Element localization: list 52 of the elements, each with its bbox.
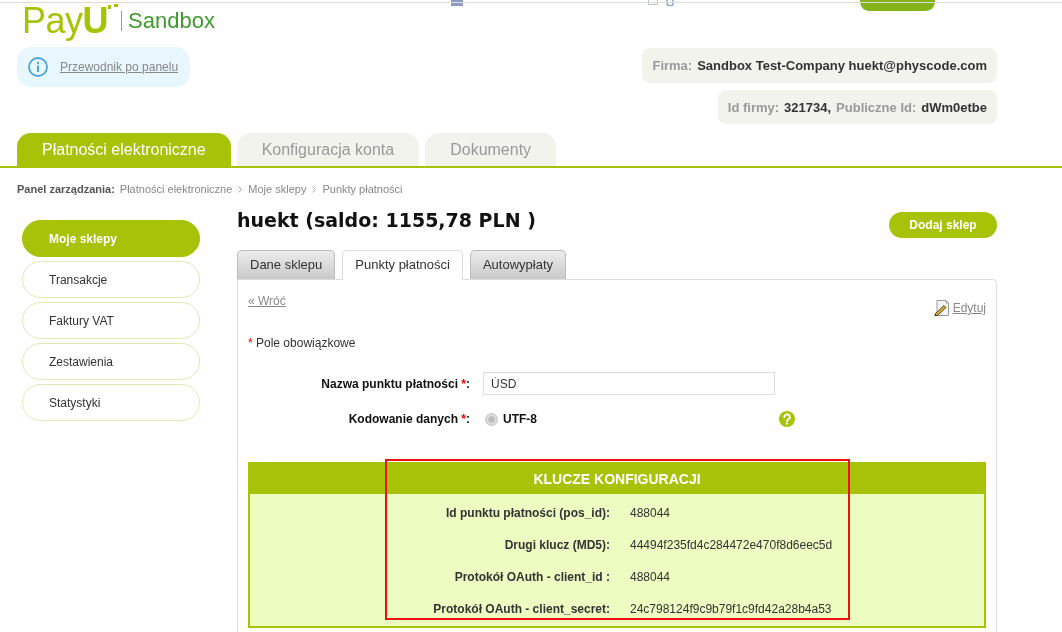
breadcrumb-label: Panel zarządzania: (17, 183, 115, 195)
field-label: Kodowanie danych *: (347, 412, 470, 426)
field-label: Nazwa punktu płatności *: (320, 376, 470, 391)
sidebar-item[interactable]: Moje sklepy (22, 220, 200, 257)
key-value: 44494f235fd4c284472e470f8d6eec5d (630, 538, 833, 552)
main-tab[interactable]: Konfiguracja konta (236, 133, 420, 166)
user-icon[interactable] (666, 0, 674, 6)
sidebar-item[interactable]: Faktury VAT (22, 302, 200, 339)
sidebar-item[interactable]: Zestawienia (22, 343, 200, 380)
message-icon[interactable] (648, 0, 658, 5)
breadcrumb-link[interactable]: Punkty płatności (322, 183, 403, 195)
sidebar-item[interactable]: Statystyki (22, 384, 200, 421)
key-label: Protokół OAuth - client_id : (453, 570, 610, 584)
breadcrumb-link[interactable]: Płatności elektroniczne (119, 183, 233, 195)
sidebar-item[interactable]: Transakcje (22, 261, 200, 298)
page-title: huekt (saldo: 1155,78 PLN ) (237, 208, 536, 232)
add-shop-button[interactable]: Dodaj sklep (889, 212, 997, 238)
chevron-icon (238, 185, 243, 193)
dots-icon (108, 4, 119, 10)
key-value: 24c798124f9c9b79f1c9fd42a28b4a53 (630, 602, 832, 616)
header-button[interactable] (860, 0, 935, 11)
key-value: 488044 (630, 506, 671, 520)
info-value: dWm0etbe (921, 99, 987, 115)
name-input[interactable]: ÙSD (483, 372, 775, 395)
chevron-icon (312, 185, 317, 193)
main-tab[interactable]: Dokumenty (425, 133, 557, 166)
key-label: Id punktu płatności (pos_id): (445, 506, 610, 520)
envelope-icon[interactable] (451, 0, 463, 6)
panel-title: KLUCZE KONFIGURACJI (250, 464, 984, 494)
help-icon[interactable] (779, 411, 795, 427)
pencil-icon[interactable] (933, 300, 949, 316)
key-value: 488044 (630, 570, 671, 584)
key-label: Protokół OAuth - client_secret: (432, 602, 610, 616)
logo-product: Sandbox (128, 8, 215, 34)
info-label: Id firmy: (727, 99, 780, 115)
option-label: UTF-8 (503, 412, 537, 426)
logo-brand: PayU (22, 2, 109, 40)
key-label: Drugi klucz (MD5): (503, 538, 610, 552)
main-tab[interactable]: Płatności elektroniczne (17, 133, 231, 166)
edit-link[interactable]: Edytuj (952, 301, 986, 315)
info-icon (28, 57, 48, 77)
breadcrumb-link[interactable]: Moje sklepy (248, 183, 307, 195)
sub-tab[interactable]: Punkty płatności (342, 250, 463, 280)
info-value: Sandbox Test-Company huekt@physcode.com (697, 58, 987, 73)
info-label: Publiczne Id: (836, 99, 917, 115)
guide-link[interactable]: Przewodnik po panelu (60, 60, 179, 74)
back-link[interactable]: « Wróć (248, 294, 286, 308)
sub-tab[interactable]: Autowypłaty (469, 250, 567, 279)
info-label: Firma: (652, 58, 693, 73)
sub-tab[interactable]: Dane sklepu (237, 250, 336, 279)
required-note: * Pole obowiązkowe (248, 336, 357, 350)
info-value: 321734, (784, 99, 832, 115)
